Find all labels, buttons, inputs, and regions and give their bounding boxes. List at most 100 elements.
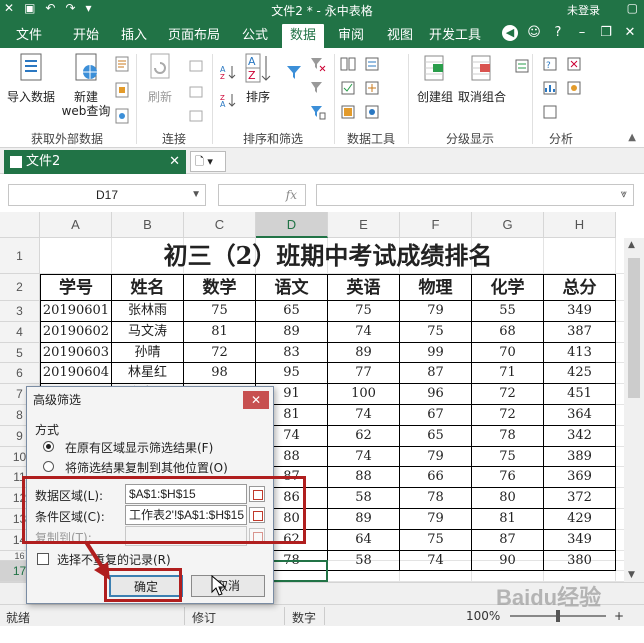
table-cell[interactable]: 342 <box>544 425 616 447</box>
table-cell[interactable]: 87 <box>472 529 544 551</box>
table-cell[interactable]: 65 <box>400 425 472 447</box>
doc-tab-file2[interactable]: 文件2 ✕ <box>4 150 186 174</box>
sheet-title[interactable]: 初三（2）班期中考试成绩排名 <box>40 238 616 274</box>
solver-extra-icon[interactable] <box>566 56 582 72</box>
table-cell[interactable]: 66 <box>400 467 472 489</box>
expand-formula-icon[interactable]: ⩔ <box>621 187 627 201</box>
dialog-close-button[interactable]: ✕ <box>243 391 269 409</box>
table-cell[interactable]: 20190601 <box>40 301 112 322</box>
row-header-4[interactable]: 4 <box>0 321 40 343</box>
table-cell[interactable]: 孙晴 <box>112 342 184 364</box>
radio-copy-to[interactable] <box>43 461 54 472</box>
remove-duplicates-icon[interactable] <box>364 56 380 72</box>
clear-filter-icon[interactable] <box>310 56 326 72</box>
column-header-h[interactable]: H <box>544 212 616 238</box>
table-cell[interactable]: 20190602 <box>40 321 112 343</box>
formula-input[interactable]: ⩔ <box>316 184 634 206</box>
table-cell[interactable]: 75 <box>400 529 472 551</box>
table-cell[interactable]: 99 <box>400 342 472 364</box>
table-header-cell[interactable]: 总分 <box>544 274 616 301</box>
table-cell[interactable]: 74 <box>328 321 400 343</box>
column-header-e[interactable]: E <box>328 212 400 238</box>
table-cell[interactable]: 77 <box>328 363 400 385</box>
what-if-icon[interactable] <box>340 104 356 120</box>
tab-2[interactable]: 插入 <box>114 24 154 48</box>
import-data-button[interactable]: 导入数据 <box>4 52 58 104</box>
new-document-button[interactable]: 🗋 ▾ <box>190 151 226 172</box>
data-analysis-icon[interactable] <box>542 80 558 96</box>
table-cell[interactable]: 451 <box>544 384 616 405</box>
radio-in-place-label[interactable]: 在原有区域显示筛选结果(F) <box>65 439 213 456</box>
scroll-down-icon[interactable]: ▼ <box>628 570 635 580</box>
table-cell[interactable]: 65 <box>256 301 328 322</box>
unique-records-checkbox[interactable] <box>37 553 49 565</box>
text-to-columns-icon[interactable] <box>340 56 356 72</box>
column-header-d[interactable]: D <box>256 212 328 238</box>
column-header-a[interactable]: A <box>40 212 112 238</box>
table-cell[interactable]: 87 <box>400 363 472 385</box>
create-group-button[interactable]: 创建组 <box>414 52 456 104</box>
scrollbar-thumb[interactable] <box>628 258 640 398</box>
table-cell[interactable]: 76 <box>472 467 544 489</box>
table-cell[interactable]: 89 <box>328 509 400 530</box>
insert-function-button[interactable]: fx <box>218 184 306 206</box>
table-cell[interactable]: 89 <box>256 321 328 343</box>
refresh-button[interactable]: 刷新 <box>140 52 180 104</box>
table-cell[interactable]: 58 <box>328 550 400 572</box>
table-cell[interactable]: 81 <box>184 321 256 343</box>
table-cell[interactable]: 林星红 <box>112 363 184 385</box>
relationships-icon[interactable] <box>364 104 380 120</box>
cancel-button[interactable]: 取消 <box>191 575 265 597</box>
table-cell[interactable]: 389 <box>544 446 616 468</box>
other-source-icon[interactable] <box>114 108 130 124</box>
table-cell[interactable]: 78 <box>400 488 472 509</box>
solver-icon[interactable]: ? <box>542 56 558 72</box>
connections-icon[interactable] <box>188 58 204 74</box>
help-icon[interactable]: ? <box>550 25 566 41</box>
table-cell[interactable]: 72 <box>472 384 544 405</box>
text-source-icon[interactable] <box>114 56 130 72</box>
chevron-down-icon[interactable]: ▼ <box>191 185 201 205</box>
table-cell[interactable]: 20190604 <box>40 363 112 385</box>
table-cell[interactable]: 81 <box>472 509 544 530</box>
smiley-icon[interactable]: ☺ <box>526 25 542 41</box>
table-cell[interactable]: 张林雨 <box>112 301 184 322</box>
table-cell[interactable]: 78 <box>472 425 544 447</box>
table-header-cell[interactable]: 姓名 <box>112 274 184 301</box>
tab-6[interactable]: 审阅 <box>332 24 370 48</box>
table-header-cell[interactable]: 英语 <box>328 274 400 301</box>
table-cell[interactable]: 72 <box>184 342 256 364</box>
column-header-c[interactable]: C <box>184 212 256 238</box>
table-cell[interactable]: 67 <box>400 405 472 426</box>
row-header-1[interactable]: 1 <box>0 238 40 274</box>
table-cell[interactable]: 98 <box>184 363 256 385</box>
filter-icon[interactable] <box>286 64 302 80</box>
ungroup-button[interactable]: 取消组合 <box>456 52 508 104</box>
table-cell[interactable]: 364 <box>544 405 616 426</box>
table-cell[interactable]: 425 <box>544 363 616 385</box>
table-cell[interactable]: 88 <box>328 467 400 489</box>
data-validation-icon[interactable] <box>340 80 356 96</box>
table-cell[interactable]: 55 <box>472 301 544 322</box>
login-status[interactable]: 未登录 <box>567 2 600 18</box>
table-cell[interactable]: 68 <box>472 321 544 343</box>
window-controls[interactable]: ▢ <box>627 1 638 15</box>
row-header-6[interactable]: 6 <box>0 363 40 385</box>
table-cell[interactable]: 74 <box>328 446 400 468</box>
column-header-b[interactable]: B <box>112 212 184 238</box>
tab-8[interactable]: 开发工具 <box>426 24 484 48</box>
tab-3[interactable]: 页面布局 <box>160 24 228 48</box>
table-cell[interactable]: 380 <box>544 550 616 572</box>
table-cell[interactable]: 62 <box>328 425 400 447</box>
table-cell[interactable]: 79 <box>400 509 472 530</box>
table-cell[interactable]: 20190603 <box>40 342 112 364</box>
table-cell[interactable]: 74 <box>328 405 400 426</box>
table-cell[interactable]: 58 <box>328 488 400 509</box>
tab-1[interactable]: 开始 <box>60 24 112 48</box>
restore-icon[interactable]: ❐ <box>598 25 614 41</box>
table-cell[interactable]: 79 <box>400 301 472 322</box>
table-cell[interactable]: 372 <box>544 488 616 509</box>
table-cell[interactable]: 70 <box>472 342 544 364</box>
table-header-cell[interactable]: 数学 <box>184 274 256 301</box>
scenario-icon[interactable] <box>566 80 582 96</box>
